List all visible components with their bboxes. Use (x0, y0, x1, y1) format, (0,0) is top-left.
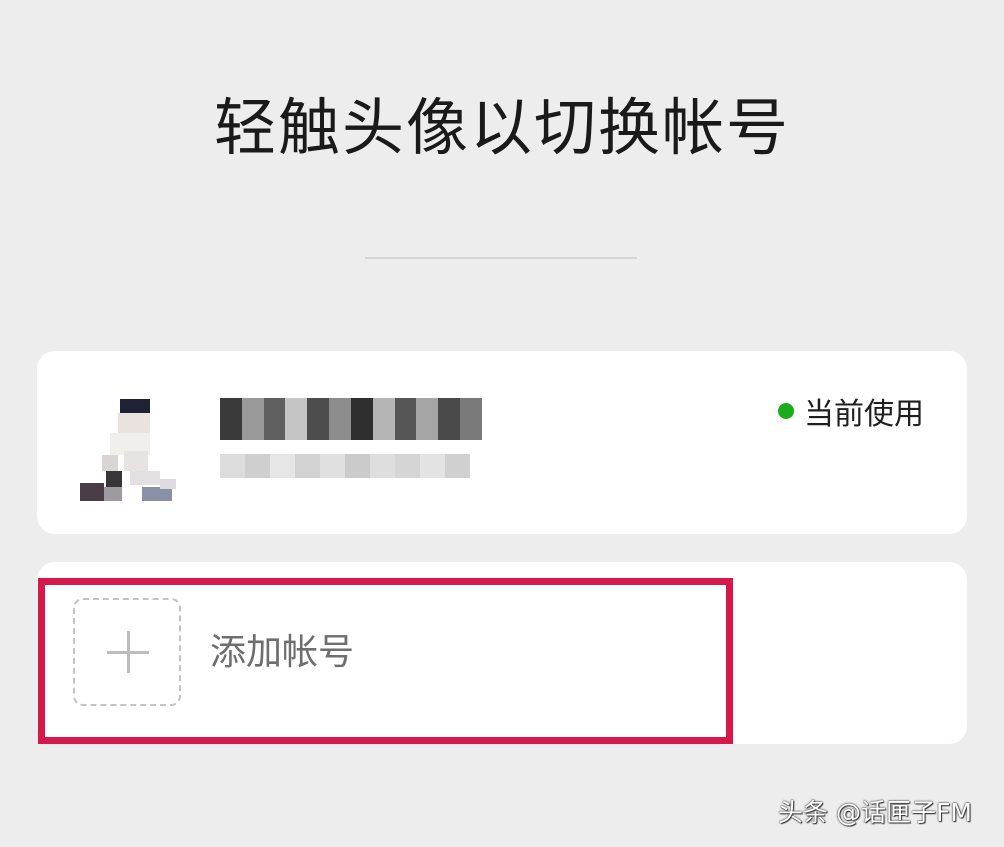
green-dot-icon (778, 403, 794, 419)
watermark: 头条 @话匣子FM (778, 798, 972, 827)
highlight-box (38, 578, 733, 744)
current-status: 当前使用 (778, 390, 924, 432)
status-label: 当前使用 (804, 397, 924, 432)
divider (365, 257, 637, 259)
account-id-blurred (220, 454, 470, 478)
avatar-icon[interactable] (80, 399, 182, 501)
page-title: 轻触头像以切换帐号 (213, 91, 790, 164)
account-name-blurred (220, 398, 482, 440)
